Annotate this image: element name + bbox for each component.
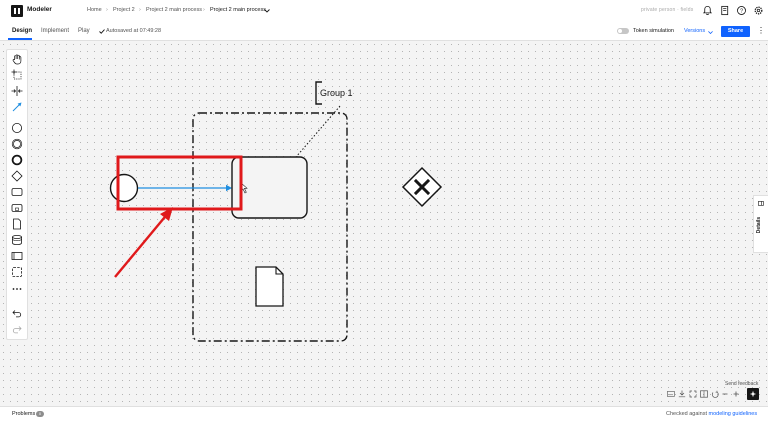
undo-button[interactable] (9, 306, 25, 320)
status-bar: Problems 0 Checked against modeling guid… (0, 406, 768, 422)
redo-button[interactable] (9, 322, 25, 336)
task-tool[interactable] (9, 185, 25, 199)
subprocess-icon (11, 204, 23, 212)
bpmn-diagram: Group 1 (109, 81, 443, 342)
details-panel-label[interactable]: Details (756, 213, 762, 237)
annotation-arrow (114, 211, 170, 278)
problems-count-badge: 0 (36, 411, 44, 417)
data-object[interactable] (255, 266, 284, 307)
intermediate-event-icon (11, 138, 23, 150)
data-object-icon (13, 218, 21, 230)
group-icon (12, 267, 22, 277)
send-feedback-link[interactable]: Send feedback (725, 381, 758, 387)
pool-tool[interactable] (9, 249, 25, 263)
hand-tool[interactable] (9, 52, 25, 66)
zoom-in-icon[interactable] (733, 391, 739, 397)
subprocess-tool[interactable] (9, 201, 25, 215)
group-label[interactable]: Group 1 (320, 88, 353, 98)
end-event-tool[interactable] (9, 153, 25, 167)
global-connect-icon (12, 102, 22, 112)
guidelines-status-text: Checked against (666, 411, 709, 417)
task-icon (11, 188, 23, 196)
group-boundary[interactable] (192, 112, 348, 342)
gateway-tool[interactable] (9, 169, 25, 183)
end-event-icon (11, 154, 23, 166)
element-palette (6, 49, 28, 340)
gateway-icon (11, 170, 23, 182)
more-tools[interactable] (9, 282, 25, 296)
canvas-controls (664, 388, 760, 400)
data-store-icon (12, 234, 22, 246)
data-store-tool[interactable] (9, 233, 25, 247)
lasso-icon (11, 69, 22, 80)
keyboard-icon[interactable] (667, 391, 675, 397)
problems-toggle[interactable]: Problems (12, 411, 35, 417)
intermediate-event-tool[interactable] (9, 137, 25, 151)
fit-to-screen-icon[interactable] (689, 390, 697, 398)
more-icon (12, 288, 22, 290)
redo-icon (12, 326, 22, 334)
sparkle-icon (749, 390, 757, 398)
start-event-icon (12, 123, 22, 133)
pool-icon (11, 252, 23, 260)
hand-icon (12, 54, 22, 65)
start-event-tool[interactable] (9, 121, 25, 135)
ai-assistant-button[interactable] (747, 388, 759, 400)
space-tool[interactable] (9, 84, 25, 98)
download-icon[interactable] (678, 390, 686, 398)
lasso-tool[interactable] (9, 68, 25, 82)
zoom-out-icon[interactable] (722, 393, 728, 395)
space-tool-icon (11, 86, 23, 96)
group-tool[interactable] (9, 265, 25, 279)
guidelines-status: Checked against modeling guidelines (666, 411, 757, 417)
global-connect-tool[interactable] (9, 100, 25, 114)
panel-collapse-icon (758, 201, 764, 206)
minimap-icon[interactable] (700, 390, 708, 398)
data-object-tool[interactable] (9, 217, 25, 231)
modeling-guidelines-link[interactable]: modeling guidelines (709, 411, 758, 417)
start-event[interactable] (109, 173, 139, 203)
reset-zoom-icon[interactable] (711, 390, 719, 398)
undo-icon (12, 310, 22, 318)
arrow-head-icon (226, 184, 232, 192)
